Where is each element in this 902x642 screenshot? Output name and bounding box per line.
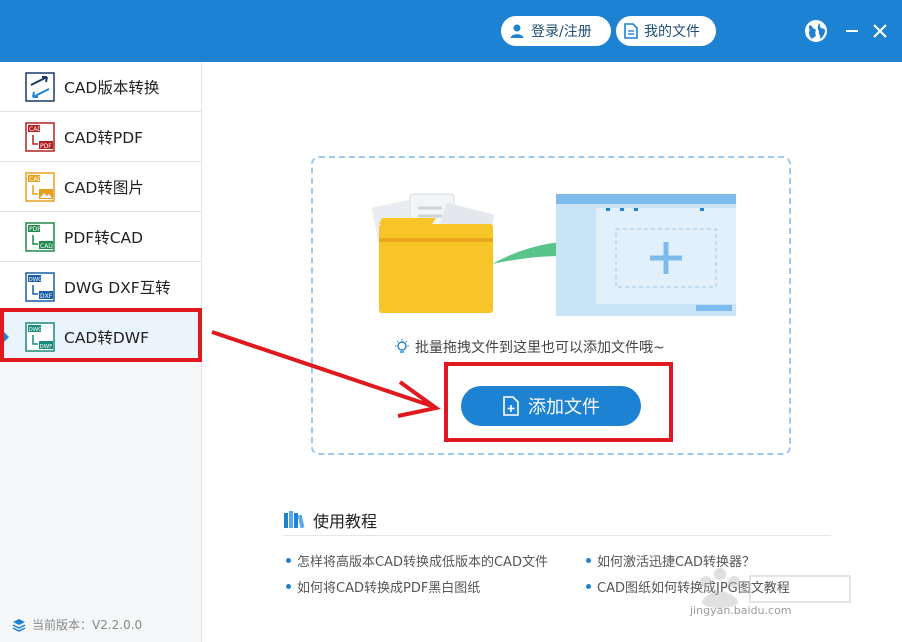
sidebar-item-label: CAD版本转换 <box>64 78 160 97</box>
svg-text:CAD: CAD <box>40 243 53 250</box>
language-globe-button[interactable] <box>803 18 829 44</box>
sidebar-item-cad-to-pdf[interactable]: CAD PDF CAD转PDF <box>0 112 201 162</box>
watermark-logo <box>700 568 851 608</box>
dwg-dxf-icon: DWG DXF <box>25 271 55 302</box>
watermark-text: jingyan.baidu.com <box>690 604 792 617</box>
tutorial-link-text: 怎样将高版本CAD转换成低版本的CAD文件 <box>297 555 548 570</box>
close-icon <box>873 24 887 38</box>
login-register-button[interactable]: 登录/注册 <box>501 16 611 46</box>
cad-to-image-icon: CAD <box>25 171 55 202</box>
layers-icon <box>12 618 26 632</box>
bullet-icon <box>586 584 591 589</box>
sidebar-item-label: CAD转PDF <box>64 128 144 147</box>
minimize-icon <box>846 30 858 32</box>
svg-text:CAD: CAD <box>29 176 42 183</box>
tutorial-divider <box>283 535 831 536</box>
tutorial-link-text: 如何将CAD转换成PDF黑白图纸 <box>297 581 481 596</box>
version-label: 当前版本：V2.2.0.0 <box>32 618 143 632</box>
cad-to-pdf-icon: CAD PDF <box>25 121 55 152</box>
svg-text:PDF: PDF <box>29 226 41 233</box>
svg-text:DXF: DXF <box>40 293 53 300</box>
bullet-icon <box>286 584 291 589</box>
tutorial-heading: 使用教程 <box>283 508 377 532</box>
user-icon <box>510 24 524 38</box>
sidebar-item-label: DWG DXF互转 <box>64 278 171 297</box>
tutorial-title: 使用教程 <box>313 512 378 531</box>
svg-text:DWG: DWG <box>29 277 43 283</box>
sidebar-item-cad-version[interactable]: CAD版本转换 <box>0 62 201 112</box>
minimize-button[interactable] <box>839 18 865 44</box>
sidebar-item-cad-to-image[interactable]: CAD CAD转图片 <box>0 162 201 212</box>
svg-text:PDF: PDF <box>40 143 52 150</box>
version-info: 当前版本：V2.2.0.0 <box>12 616 142 633</box>
sidebar-item-dwg-dxf[interactable]: DWG DXF DWG DXF互转 <box>0 262 201 312</box>
bullet-icon <box>286 558 291 563</box>
tutorial-link[interactable]: 如何将CAD转换成PDF黑白图纸 <box>286 577 480 596</box>
sidebar-item-label: PDF转CAD <box>64 228 144 247</box>
my-files-label: 我的文件 <box>644 24 700 40</box>
drag-hint-text: 批量拖拽文件到这里也可以添加文件哦~ <box>415 340 665 356</box>
close-button[interactable] <box>867 18 893 44</box>
globe-icon <box>805 20 827 42</box>
books-icon <box>284 511 305 529</box>
highlight-box-sidebar <box>0 308 202 362</box>
drag-illustration <box>371 193 736 316</box>
svg-text:CAD: CAD <box>29 126 42 133</box>
title-bar: 登录/注册 我的文件 <box>0 0 902 62</box>
sidebar-item-label: CAD转图片 <box>64 178 144 197</box>
sidebar-item-pdf-to-cad[interactable]: PDF CAD PDF转CAD <box>0 212 201 262</box>
login-register-label: 登录/注册 <box>531 24 592 40</box>
highlight-box-add-button <box>444 362 673 442</box>
folder-icon <box>371 193 494 313</box>
document-icon <box>624 23 638 39</box>
bullet-icon <box>586 558 591 563</box>
my-files-button[interactable]: 我的文件 <box>616 16 716 46</box>
cad-version-icon <box>25 71 55 102</box>
pdf-to-cad-icon: PDF CAD <box>25 221 55 252</box>
tutorial-link[interactable]: 怎样将高版本CAD转换成低版本的CAD文件 <box>286 551 548 570</box>
annotation-arrow <box>211 330 441 418</box>
app-window-icon <box>556 194 736 316</box>
